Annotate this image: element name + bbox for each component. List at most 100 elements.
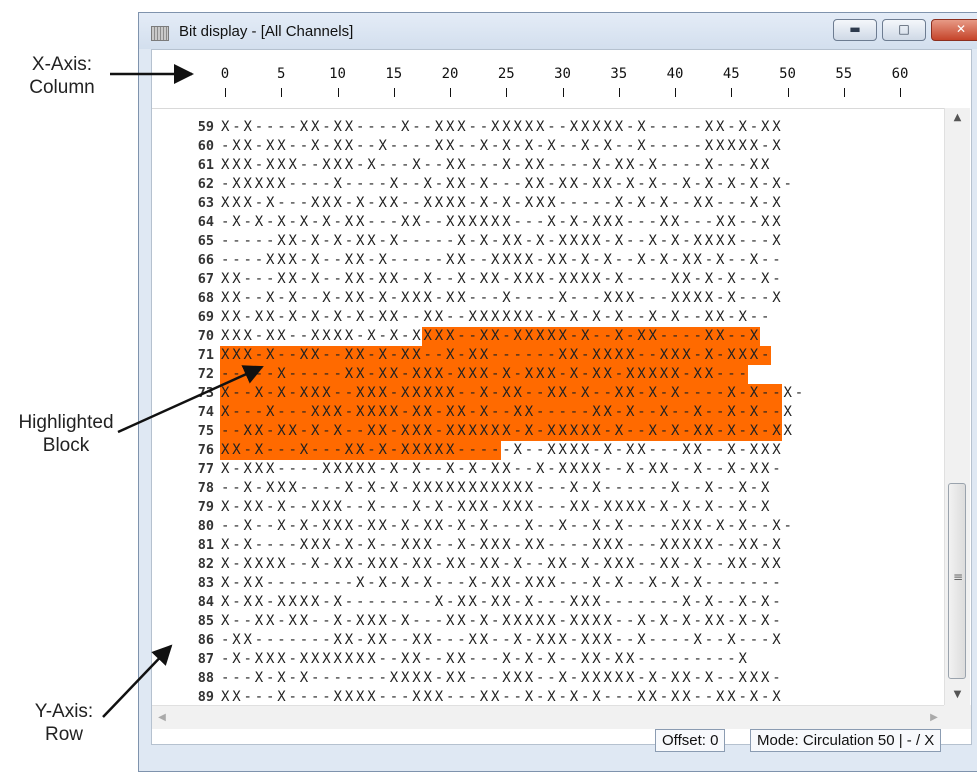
bit-cell[interactable]: -	[411, 270, 422, 289]
bit-cell[interactable]: X	[546, 137, 557, 156]
bit-cell[interactable]: X	[523, 308, 534, 327]
bit-cell[interactable]: -	[534, 403, 546, 422]
bit-cell[interactable]: X	[343, 346, 355, 365]
bit-cell[interactable]: X	[275, 365, 288, 384]
bit-cell[interactable]: X	[411, 327, 422, 346]
bit-cell[interactable]: X	[737, 308, 748, 327]
bit-cell[interactable]: -	[377, 118, 388, 137]
bit-cell[interactable]: X	[456, 593, 467, 612]
bit-cell[interactable]: X	[535, 175, 546, 194]
bit-cell[interactable]: -	[557, 536, 568, 555]
bit-cell[interactable]: -	[670, 175, 681, 194]
bit-cell[interactable]: -	[591, 251, 602, 270]
bit-cell[interactable]: X	[422, 422, 434, 441]
bit-cell[interactable]: X	[647, 422, 659, 441]
bit-cell[interactable]: -	[298, 688, 309, 705]
bit-cell[interactable]: X	[625, 555, 636, 574]
bit-cell[interactable]: -	[377, 175, 388, 194]
bit-cell[interactable]: -	[231, 593, 242, 612]
bit-cell[interactable]: -	[242, 384, 254, 403]
bit-cell[interactable]: X	[557, 460, 568, 479]
bit-cell[interactable]: -	[355, 593, 366, 612]
bit-cell[interactable]: -	[366, 270, 377, 289]
bit-cell[interactable]: -	[455, 327, 468, 346]
bit-cell[interactable]: X	[489, 422, 501, 441]
bit-cell[interactable]: -	[400, 555, 411, 574]
bit-cell[interactable]: X	[748, 251, 759, 270]
bit-cell[interactable]: X	[242, 346, 254, 365]
bit-cell[interactable]: X	[253, 555, 264, 574]
bit-cell[interactable]: X	[309, 346, 321, 365]
bit-cell[interactable]: X	[321, 650, 332, 669]
bit-cell[interactable]: -	[580, 517, 591, 536]
bit-cell[interactable]: X	[625, 175, 636, 194]
bit-cell[interactable]: -	[411, 175, 422, 194]
bit-cell[interactable]: X	[782, 403, 793, 422]
bit-cell[interactable]: -	[467, 669, 478, 688]
bit-cell[interactable]: X	[613, 346, 625, 365]
bit-cell[interactable]: -	[242, 403, 254, 422]
bit-cell[interactable]: X	[411, 498, 422, 517]
bit-cell[interactable]: -	[310, 631, 321, 650]
bit-cell[interactable]: -	[231, 574, 242, 593]
bit-cell[interactable]: X	[456, 232, 467, 251]
bit-cell[interactable]: X	[298, 346, 310, 365]
bit-cell[interactable]: X	[478, 517, 489, 536]
bit-cell[interactable]: -	[680, 365, 693, 384]
bit-cell[interactable]: X	[478, 270, 489, 289]
bit-cell[interactable]: -	[500, 403, 513, 422]
bit-cell[interactable]: -	[579, 365, 591, 384]
bit-cell[interactable]: -	[355, 327, 366, 346]
bit-cell[interactable]: X	[287, 156, 298, 175]
bit-cell[interactable]: -	[726, 593, 737, 612]
bit-cell[interactable]: -	[703, 384, 715, 403]
bit-cell[interactable]: X	[219, 346, 231, 365]
bit-cell[interactable]: -	[467, 137, 478, 156]
bit-cell[interactable]: X	[422, 384, 434, 403]
bit-cell[interactable]: X	[726, 213, 737, 232]
bit-cell[interactable]: X	[681, 536, 692, 555]
bit-cell[interactable]: X	[478, 688, 489, 705]
bit-cell[interactable]: X	[557, 422, 569, 441]
bit-cell[interactable]: -	[535, 688, 546, 705]
bit-cell[interactable]: X	[354, 403, 366, 422]
bit-cell[interactable]: -	[467, 650, 478, 669]
bit-cell[interactable]: X	[737, 118, 748, 137]
bit-cell[interactable]: X	[355, 688, 366, 705]
bit-cell[interactable]: -	[658, 384, 670, 403]
bit-cell[interactable]: X	[670, 669, 681, 688]
bit-cell[interactable]: -	[478, 460, 489, 479]
bit-cell[interactable]: X	[703, 498, 714, 517]
bit-cell[interactable]: X	[400, 536, 411, 555]
bit-cell[interactable]: X	[613, 384, 625, 403]
bit-cell[interactable]: X	[535, 460, 546, 479]
bit-cell[interactable]: -	[433, 536, 444, 555]
bit-cell[interactable]: X	[568, 479, 579, 498]
bit-cell[interactable]: -	[287, 669, 298, 688]
bit-cell[interactable]: -	[355, 118, 366, 137]
bit-cell[interactable]: X	[354, 346, 366, 365]
bit-cell[interactable]: X	[771, 441, 782, 460]
bit-cell[interactable]: X	[309, 422, 321, 441]
bit-cell[interactable]: X	[647, 669, 658, 688]
bit-cell[interactable]: -	[230, 403, 243, 422]
bit-cell[interactable]: X	[669, 346, 681, 365]
bit-cell[interactable]: X	[287, 251, 298, 270]
bit-cell[interactable]: X	[388, 403, 400, 422]
bit-cell[interactable]: X	[658, 536, 669, 555]
bit-cell[interactable]: -	[298, 555, 309, 574]
bit-cell[interactable]: -	[681, 137, 692, 156]
bit-cell[interactable]: -	[692, 156, 703, 175]
bit-cell[interactable]: X	[332, 612, 343, 631]
bit-cell[interactable]: -	[546, 232, 557, 251]
bit-cell[interactable]: -	[737, 384, 749, 403]
bit-cell[interactable]: X	[725, 346, 738, 365]
bit-cell[interactable]: X	[692, 460, 703, 479]
bit-cell[interactable]: -	[670, 631, 681, 650]
bit-cell[interactable]: X	[523, 118, 534, 137]
bit-cell[interactable]: -	[445, 574, 456, 593]
bit-cell[interactable]: -	[467, 555, 478, 574]
bit-cell[interactable]: X	[703, 308, 714, 327]
bit-cell[interactable]: -	[411, 251, 422, 270]
bit-cell[interactable]: -	[748, 574, 759, 593]
